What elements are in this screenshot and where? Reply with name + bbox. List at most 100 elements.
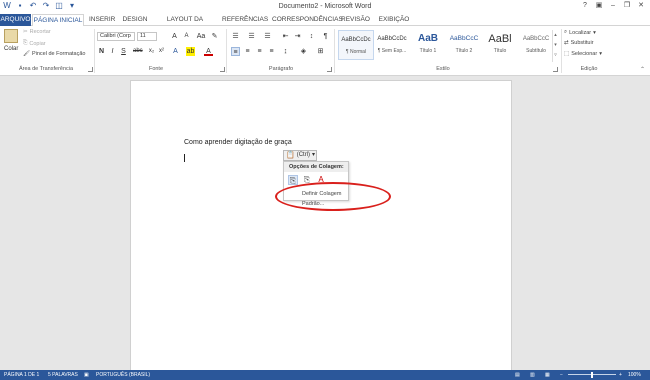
increase-indent-icon[interactable]: ⇥ bbox=[293, 32, 302, 41]
select-button[interactable]: ⬚ Selecionar ▾ bbox=[564, 51, 602, 57]
subscript-icon[interactable]: x₂ bbox=[147, 47, 156, 56]
tab-insert[interactable]: INSERIR bbox=[89, 14, 115, 26]
cut-button[interactable]: ✂ Recortar bbox=[23, 29, 51, 35]
word-count[interactable]: 5 PALAVRAS bbox=[48, 370, 78, 380]
style-no-spacing[interactable]: AaBbCcDc ¶ Sem Esp... bbox=[374, 30, 410, 60]
document-page[interactable] bbox=[130, 80, 512, 372]
grow-font-icon[interactable]: A bbox=[170, 32, 179, 41]
print-layout-icon[interactable]: ▥ bbox=[530, 370, 535, 380]
copy-button[interactable]: ⎘ Copiar bbox=[23, 40, 46, 47]
style-heading-2[interactable]: AaBbCcC Título 2 bbox=[446, 30, 482, 60]
paragraph-launcher-icon[interactable] bbox=[327, 67, 332, 72]
brush-icon: 🖌 bbox=[23, 51, 30, 57]
italic-icon[interactable]: I bbox=[108, 47, 117, 56]
highlight-icon[interactable]: ab bbox=[186, 47, 195, 56]
tab-review[interactable]: REVISÃO bbox=[341, 14, 370, 26]
paste-options-button[interactable]: 📋 (Ctrl) ▾ bbox=[283, 150, 317, 161]
search-icon: ⌕ bbox=[564, 29, 568, 35]
tab-references[interactable]: REFERÊNCIAS bbox=[222, 14, 268, 26]
line-spacing-icon[interactable]: ↨ bbox=[281, 47, 290, 56]
format-painter-button[interactable]: 🖌 Pincel de Formatação bbox=[23, 51, 85, 57]
bullets-icon[interactable]: ☰ bbox=[231, 32, 240, 41]
proofing-icon[interactable]: ▣ bbox=[84, 370, 89, 380]
web-layout-icon[interactable]: ▦ bbox=[545, 370, 550, 380]
collapse-ribbon-icon[interactable]: ⌃ bbox=[640, 66, 645, 73]
paragraph-group-label: Parágrafo bbox=[268, 66, 294, 72]
minimize-icon[interactable]: – bbox=[606, 0, 620, 12]
chevron-down-icon: ▾ bbox=[599, 51, 602, 57]
paste-icon[interactable] bbox=[4, 29, 18, 43]
copy-icon: ⎘ bbox=[23, 40, 28, 46]
select-icon: ⬚ bbox=[564, 51, 570, 57]
font-color-icon[interactable]: A bbox=[204, 47, 213, 56]
bold-icon[interactable]: N bbox=[97, 47, 106, 56]
tab-page-layout[interactable]: LAYOUT DA PÁGINA bbox=[156, 14, 214, 35]
divider bbox=[561, 29, 562, 73]
strikethrough-icon[interactable]: abc bbox=[133, 47, 143, 56]
align-right-icon[interactable]: ≡ bbox=[255, 47, 264, 56]
paste-options-title: Opções de Colagem: bbox=[284, 162, 348, 172]
numbering-icon[interactable]: ☰ bbox=[247, 32, 256, 41]
style-normal[interactable]: AaBbCcDc ¶ Normal bbox=[338, 30, 374, 60]
tab-view[interactable]: EXIBIÇÃO bbox=[377, 14, 411, 26]
styles-launcher-icon[interactable] bbox=[553, 67, 558, 72]
tab-mailings[interactable]: CORRESPONDÊNCIAS bbox=[272, 14, 343, 26]
text-cursor bbox=[184, 154, 185, 162]
ribbon-tabs: ARQUIVO PÁGINA INICIAL INSERIR DESIGN LA… bbox=[0, 14, 650, 35]
justify-icon[interactable]: ≡ bbox=[267, 47, 276, 56]
style-title[interactable]: AaBl Título bbox=[482, 30, 518, 60]
read-mode-icon[interactable]: ▤ bbox=[515, 370, 520, 380]
restore-icon[interactable]: ❐ bbox=[620, 0, 634, 12]
editing-group-label: Edição bbox=[580, 66, 598, 72]
clear-format-icon[interactable]: ✎ bbox=[210, 32, 219, 41]
font-launcher-icon[interactable] bbox=[220, 67, 225, 72]
scissors-icon: ✂ bbox=[23, 29, 28, 35]
style-heading-1[interactable]: AaB Título 1 bbox=[410, 30, 446, 60]
clipboard-launcher-icon[interactable] bbox=[88, 67, 93, 72]
language-indicator[interactable]: PORTUGUÊS (BRASIL) bbox=[96, 370, 150, 380]
style-subtitle[interactable]: AaBbCcC Subtítulo bbox=[518, 30, 554, 60]
clipboard-group-label: Área de Transferência bbox=[18, 66, 74, 72]
close-icon[interactable]: ✕ bbox=[634, 0, 648, 12]
multilevel-list-icon[interactable]: ☰ bbox=[263, 32, 272, 41]
zoom-in-icon[interactable]: + bbox=[619, 370, 622, 380]
status-bar: PÁGINA 1 DE 1 5 PALAVRAS ▣ PORTUGUÊS (BR… bbox=[0, 370, 650, 380]
ribbon-display-icon[interactable]: ▣ bbox=[592, 0, 606, 12]
title-bar: W ▪ ↶ ↷ ◫ ▾ Documento2 - Microsoft Word … bbox=[0, 0, 650, 14]
superscript-icon[interactable]: x² bbox=[157, 47, 166, 56]
shrink-font-icon[interactable]: A bbox=[182, 32, 191, 41]
zoom-slider-thumb[interactable] bbox=[591, 372, 593, 378]
window-title: Documento2 - Microsoft Word bbox=[278, 3, 372, 10]
align-left-icon[interactable]: ≡ bbox=[231, 47, 240, 56]
find-button[interactable]: ⌕ Localizar ▾ bbox=[564, 29, 596, 36]
font-name-select[interactable]: Calibri (Corp bbox=[97, 32, 135, 41]
decrease-indent-icon[interactable]: ⇤ bbox=[281, 32, 290, 41]
styles-group-label: Estilo bbox=[436, 66, 450, 72]
borders-icon[interactable]: ⊞ bbox=[316, 47, 325, 56]
zoom-level[interactable]: 100% bbox=[628, 370, 641, 380]
ribbon: Colar ✂ Recortar ⎘ Copiar 🖌 Pincel de Forma… bbox=[0, 26, 650, 76]
font-size-select[interactable]: 11 bbox=[137, 32, 157, 41]
help-icon[interactable]: ? bbox=[578, 0, 592, 12]
tab-design[interactable]: DESIGN bbox=[122, 14, 148, 26]
align-center-icon[interactable]: ≡ bbox=[243, 47, 252, 56]
zoom-out-icon[interactable]: − bbox=[560, 370, 563, 380]
keep-source-format-icon[interactable]: ⎘ bbox=[288, 175, 298, 185]
tab-file[interactable]: ARQUIVO bbox=[0, 14, 31, 26]
page-count[interactable]: PÁGINA 1 DE 1 bbox=[4, 370, 39, 380]
underline-icon[interactable]: S bbox=[119, 47, 128, 56]
window-controls: ? ▣ – ❐ ✕ bbox=[578, 0, 648, 12]
change-case-icon[interactable]: Aa bbox=[196, 32, 206, 41]
styles-scroll[interactable]: ▴ ▾ ▿ bbox=[552, 30, 558, 62]
chevron-down-icon: ▾ bbox=[312, 152, 316, 158]
paste-button[interactable]: Colar bbox=[4, 46, 18, 52]
divider bbox=[226, 29, 227, 73]
replace-icon: ⇄ bbox=[564, 40, 569, 46]
divider bbox=[334, 29, 335, 73]
sort-icon[interactable]: ↕ bbox=[307, 32, 316, 41]
replace-button[interactable]: ⇄ Substituir bbox=[564, 40, 594, 46]
text-effects-icon[interactable]: A bbox=[171, 47, 180, 56]
show-marks-icon[interactable]: ¶ bbox=[321, 32, 330, 41]
shading-icon[interactable]: ◈ bbox=[299, 47, 308, 56]
document-text[interactable]: Como aprender digitação de graça bbox=[184, 139, 292, 146]
